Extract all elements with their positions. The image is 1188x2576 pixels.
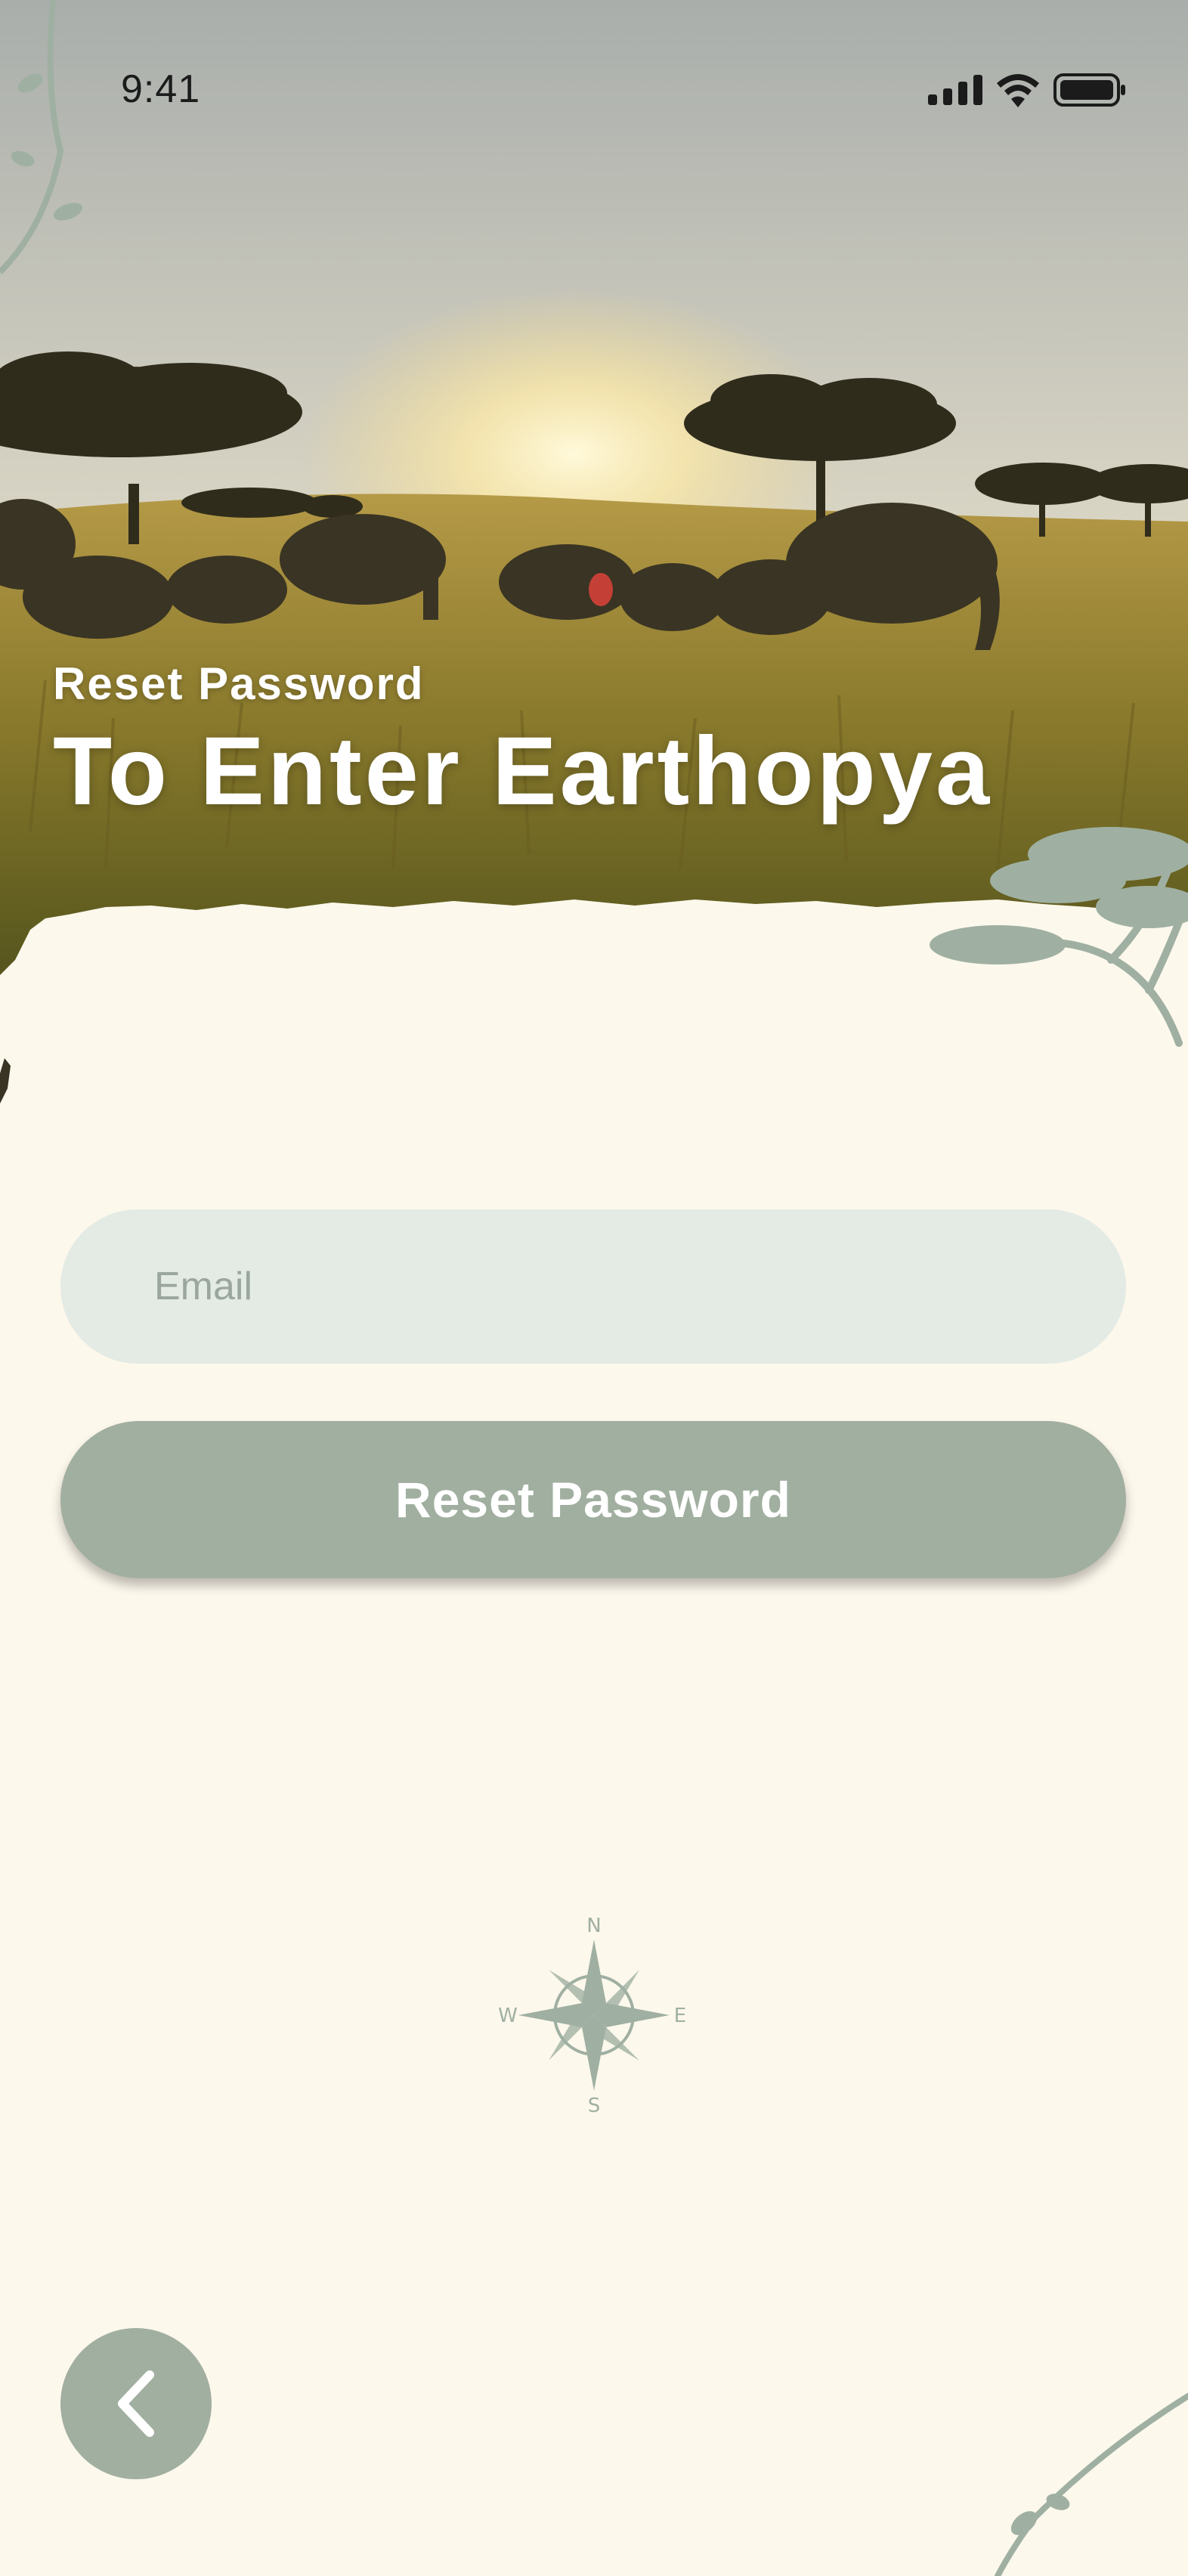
reset-password-button[interactable]: Reset Password [60,1421,1126,1578]
compass-north-label: N [586,1917,601,1937]
email-field[interactable] [60,1209,1126,1364]
compass-rose-icon: N S E W [498,1917,686,2113]
wifi-icon [997,74,1039,107]
header-block: Reset Password To Enter Earthopya [53,658,992,827]
status-icons [928,73,1126,107]
branch-decoration [995,2393,1188,2576]
page-subtitle: Reset Password [53,658,425,709]
page-title: To Enter Earthopya [53,717,993,825]
email-input[interactable] [153,1263,1126,1310]
compass-south-label: S [588,2095,601,2113]
status-time: 9:41 [121,67,201,111]
cellular-signal-icon [928,75,982,105]
compass-west-label: W [498,2005,518,2027]
chevron-left-icon [118,2370,154,2437]
back-button[interactable] [60,2328,212,2479]
status-bar: 9:41 [0,0,1188,181]
battery-icon [1053,73,1125,107]
compass-east-label: E [674,2005,686,2027]
